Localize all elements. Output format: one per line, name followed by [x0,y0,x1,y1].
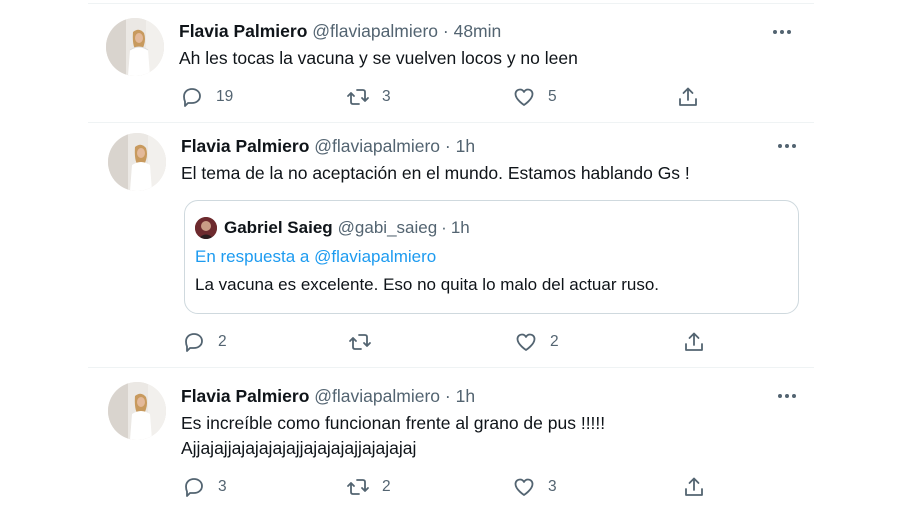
reply-button[interactable]: 19 [180,85,233,109]
share-button[interactable] [682,330,706,354]
tweet-text-line: Es increíble como funcionan frente al gr… [181,413,606,433]
quoted-tweet[interactable]: Gabriel Saieg @gabi_saieg · 1h En respue… [184,200,799,314]
like-count: 3 [548,478,557,495]
avatar[interactable] [108,382,166,440]
tweet[interactable]: Flavia Palmiero @flaviapalmiero · 1h El … [88,123,814,367]
share-button[interactable] [676,85,700,109]
reply-icon [185,478,203,497]
reply-to-link[interactable]: @flaviapalmiero [314,247,436,266]
timeline: Flavia Palmiero @flaviapalmiero · 48min … [88,0,814,505]
like-icon [514,88,534,106]
reply-count: 3 [218,478,227,495]
avatar[interactable] [108,133,166,191]
more-icon[interactable] [770,20,794,44]
like-count: 5 [548,88,557,105]
separator-dot: · [444,136,451,156]
like-icon [514,478,534,496]
reply-button[interactable]: 2 [182,330,227,354]
reply-prefix: En respuesta a [195,247,310,266]
like-button[interactable]: 5 [512,85,557,109]
tweet-header: Flavia Palmiero @flaviapalmiero · 1h [181,135,475,157]
quote-timestamp[interactable]: 1h [451,217,470,239]
author-name[interactable]: Flavia Palmiero [181,136,309,156]
reply-button[interactable]: 3 [182,475,227,499]
tweet[interactable]: Flavia Palmiero @flaviapalmiero · 1h Es … [88,368,814,505]
tweet-text-line: El tema de la no aceptación en el mundo.… [181,163,690,183]
separator-dot: · [444,386,451,406]
tweet[interactable]: Flavia Palmiero @flaviapalmiero · 48min … [88,0,814,122]
retweet-count: 3 [382,88,391,105]
reply-icon [183,88,201,107]
more-icon[interactable] [775,134,799,158]
quote-author-name[interactable]: Gabriel Saieg [224,217,333,239]
retweet-button[interactable]: 3 [346,85,391,109]
action-bar: 3 2 3 [182,475,703,499]
tweet-text: Ah les tocas la vacuna y se vuelven loco… [179,46,578,71]
avatar[interactable] [106,18,164,76]
share-icon [685,332,703,351]
timestamp[interactable]: 48min [454,21,502,41]
timestamp[interactable]: 1h [456,386,475,406]
reply-count: 2 [218,333,227,350]
retweet-count: 2 [382,478,391,495]
quote-header: Gabriel Saieg @gabi_saieg · 1h [195,217,470,239]
tweet-header: Flavia Palmiero @flaviapalmiero · 48min [179,20,501,42]
tweet-text-line: Ajjajajjajajajajajjajajajajjajajajaj [181,438,417,458]
like-button[interactable]: 3 [512,475,557,499]
separator-dot: · [442,21,449,41]
retweet-button[interactable]: 2 [346,475,391,499]
author-handle[interactable]: @flaviapalmiero [314,136,440,156]
like-button[interactable]: 2 [514,330,559,354]
tweet-text: El tema de la no aceptación en el mundo.… [181,161,690,186]
share-icon [685,477,703,496]
share-icon [679,87,697,106]
more-icon[interactable] [775,384,799,408]
reply-count: 19 [216,88,234,105]
retweet-icon [347,89,369,105]
quote-reply-context: En respuesta a @flaviapalmiero [195,247,436,267]
author-handle[interactable]: @flaviapalmiero [312,21,438,41]
quote-author-handle[interactable]: @gabi_saieg [338,217,438,239]
action-bar: 19 3 5 [180,85,700,109]
tweet-header: Flavia Palmiero @flaviapalmiero · 1h [181,385,475,407]
quote-text: La vacuna es excelente. Eso no quita lo … [195,275,660,294]
quote-separator-dot: · [441,218,447,237]
author-handle[interactable]: @flaviapalmiero [314,386,440,406]
timestamp[interactable]: 1h [456,136,475,156]
quote-avatar[interactable] [195,217,217,239]
tweet-text-line: Ah les tocas la vacuna y se vuelven loco… [179,48,578,68]
author-name[interactable]: Flavia Palmiero [181,386,309,406]
retweet-icon [349,334,371,350]
author-name[interactable]: Flavia Palmiero [179,21,307,41]
action-bar: 2 2 [182,330,703,354]
like-count: 2 [550,333,559,350]
tweet-text: Es increíble como funcionan frente al gr… [181,411,605,461]
like-icon [516,333,536,351]
share-button[interactable] [682,475,706,499]
retweet-button[interactable] [348,330,384,354]
retweet-icon [347,479,369,495]
reply-icon [185,333,203,352]
